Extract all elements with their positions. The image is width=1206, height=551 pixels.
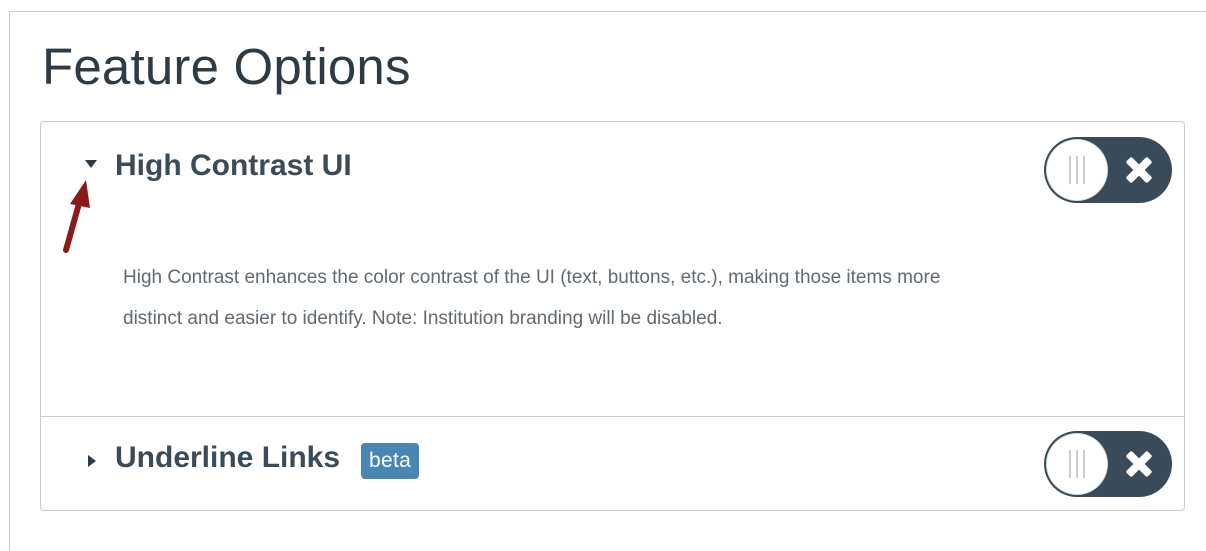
feature-underline-links: Underline Links beta	[41, 416, 1184, 511]
beta-badge: beta	[361, 443, 420, 479]
feature-description: High Contrast enhances the color contras…	[123, 267, 941, 329]
page-title: Feature Options	[42, 38, 411, 95]
x-icon	[1123, 154, 1155, 186]
feature-title-high-contrast-ui[interactable]: High Contrast UI	[115, 146, 352, 186]
x-icon	[1123, 448, 1155, 480]
feature-high-contrast-ui: High Contrast UI High Contrast enhances …	[41, 122, 1184, 416]
toggle-knob	[1047, 140, 1107, 200]
caret-down-icon[interactable]	[85, 160, 97, 168]
feature-title-underline-links[interactable]: Underline Links	[115, 438, 340, 478]
toggle-knob	[1047, 434, 1107, 494]
red-arrow-icon	[63, 180, 90, 253]
feature-options-panel: High Contrast UI High Contrast enhances …	[40, 121, 1185, 511]
underline-links-toggle[interactable]	[1044, 431, 1172, 497]
high-contrast-toggle[interactable]	[1044, 137, 1172, 203]
caret-right-icon[interactable]	[88, 455, 96, 467]
